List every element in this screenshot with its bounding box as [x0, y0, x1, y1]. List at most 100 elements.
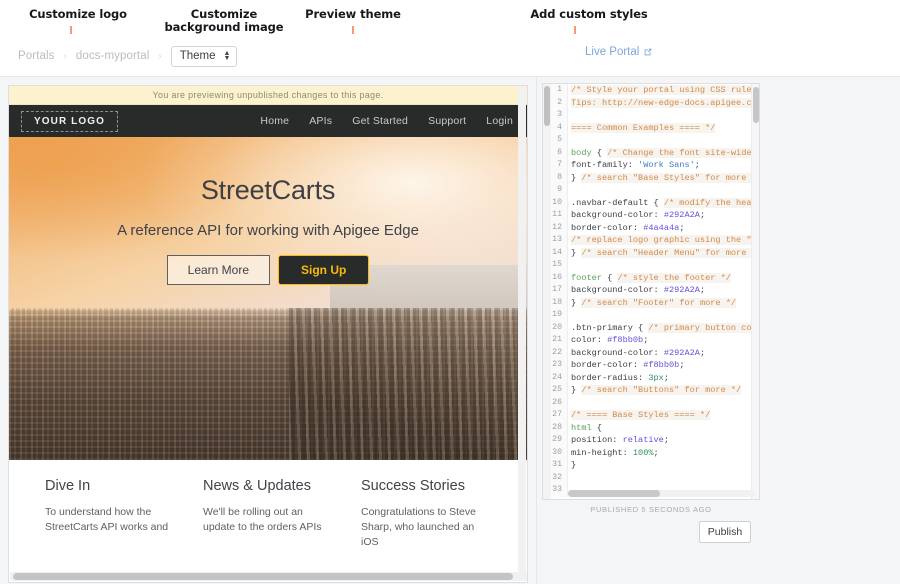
code-line[interactable]: 12 border-color: #4a4a4a; — [551, 222, 759, 235]
nav-link-support[interactable]: Support — [428, 115, 466, 127]
line-number: 3 — [551, 109, 568, 122]
line-number: 8 — [551, 172, 568, 185]
code-line[interactable]: 29 position: relative; — [551, 434, 759, 447]
publish-button[interactable]: Publish — [699, 521, 751, 543]
code-line[interactable]: 9 — [551, 184, 759, 197]
breadcrumb-separator-icon: › — [158, 51, 161, 62]
sign-up-button[interactable]: Sign Up — [278, 255, 369, 285]
line-number: 21 — [551, 334, 568, 347]
hero-cityscape-region — [9, 308, 527, 460]
line-number: 25 — [551, 384, 568, 397]
line-number: 2 — [551, 97, 568, 110]
code-text: border-radius: 3px; — [568, 372, 669, 385]
line-number: 4 — [551, 122, 568, 135]
hero-subtitle: A reference API for working with Apigee … — [9, 222, 527, 239]
line-number: 16 — [551, 272, 568, 285]
preview-vertical-scrollbar[interactable] — [518, 87, 526, 575]
nav-link-home[interactable]: Home — [260, 115, 289, 127]
line-number: 9 — [551, 184, 568, 197]
code-text: position: relative; — [568, 434, 669, 447]
code-text: /* replace logo graphic using the "Files… — [568, 234, 759, 247]
code-text: body { /* Change the font site-wide */ — [568, 147, 759, 160]
card-news-updates[interactable]: News & Updates We'll be rolling out an u… — [203, 478, 333, 550]
line-number: 26 — [551, 397, 568, 410]
code-line[interactable]: 4 ==== Common Examples ==== */ — [551, 122, 759, 135]
nav-link-login[interactable]: Login — [486, 115, 513, 127]
logo-placeholder[interactable]: YOUR LOGO — [21, 111, 118, 132]
code-line[interactable]: 14} /* search "Header Menu" for more */ — [551, 247, 759, 260]
breadcrumb-item-portals[interactable]: Portals — [18, 50, 55, 62]
code-line[interactable]: 19 — [551, 309, 759, 322]
code-line[interactable]: 17 background-color: #292A2A; — [551, 284, 759, 297]
code-text: html { — [568, 422, 602, 435]
nav-link-apis[interactable]: APIs — [309, 115, 332, 127]
code-text: footer { /* style the footer */ — [568, 272, 731, 285]
code-line[interactable]: 21 color: #f8bb0b; — [551, 334, 759, 347]
code-line[interactable]: 23 border-color: #f8bb0b; — [551, 359, 759, 372]
code-text: /* ==== Base Styles ==== */ — [568, 409, 710, 422]
css-editor-pane: 1/* Style your portal using CSS rules2 T… — [536, 77, 900, 584]
code-text: color: #f8bb0b; — [568, 334, 648, 347]
code-line[interactable]: 5 — [551, 134, 759, 147]
code-line[interactable]: 16footer { /* style the footer */ — [551, 272, 759, 285]
code-line[interactable]: 13/* replace logo graphic using the "Fil… — [551, 234, 759, 247]
learn-more-button[interactable]: Learn More — [167, 255, 270, 285]
code-line[interactable]: 20.btn-primary { /* primary button color… — [551, 322, 759, 335]
live-portal-label: Live Portal — [585, 46, 639, 58]
line-number: 12 — [551, 222, 568, 235]
hero-section[interactable]: StreetCarts A reference API for working … — [9, 137, 527, 460]
card-success-stories[interactable]: Success Stories Congratulations to Steve… — [361, 478, 491, 550]
annotation-add-custom-styles: Add custom styles — [515, 8, 663, 21]
code-text: ==== Common Examples ==== */ — [568, 122, 715, 135]
line-number: 30 — [551, 447, 568, 460]
code-line[interactable]: 18} /* search "Footer" for more */ — [551, 297, 759, 310]
code-text: } /* search "Footer" for more */ — [568, 297, 736, 310]
app-shell: Portals › docs-myportal › Theme ▲▼ Live … — [0, 34, 900, 584]
code-line[interactable]: 25} /* search "Buttons" for more */ — [551, 384, 759, 397]
breadcrumb-item-portal-name[interactable]: docs-myportal — [76, 50, 150, 62]
card-body: Congratulations to Steve Sharp, who laun… — [361, 505, 491, 550]
line-number: 6 — [551, 147, 568, 160]
published-status: PUBLISHED 5 SECONDS AGO — [542, 505, 760, 514]
code-line[interactable]: 7 font-family: 'Work Sans'; — [551, 159, 759, 172]
code-text: font-family: 'Work Sans'; — [568, 159, 700, 172]
code-line[interactable]: 10.navbar-default { /* modify the header… — [551, 197, 759, 210]
code-line[interactable]: 30 min-height: 100%; — [551, 447, 759, 460]
code-text: background-color: #292A2A; — [568, 209, 705, 222]
css-code-area[interactable]: 1/* Style your portal using CSS rules2 T… — [551, 84, 759, 499]
code-line[interactable]: 27/* ==== Base Styles ==== */ — [551, 409, 759, 422]
live-portal-link[interactable]: Live Portal — [585, 46, 653, 58]
annotation-preview-theme: Preview theme — [291, 8, 415, 21]
code-line[interactable]: 26 — [551, 397, 759, 410]
editor-left-scrollbar[interactable] — [543, 84, 551, 499]
code-line[interactable]: 1/* Style your portal using CSS rules — [551, 84, 759, 97]
code-text: background-color: #292A2A; — [568, 347, 705, 360]
nav-link-get-started[interactable]: Get Started — [352, 115, 408, 127]
portal-preview-frame: You are previewing unpublished changes t… — [8, 85, 528, 583]
card-body: We'll be rolling out an update to the or… — [203, 505, 333, 535]
code-line[interactable]: 11 background-color: #292A2A; — [551, 209, 759, 222]
code-line[interactable]: 31} — [551, 459, 759, 472]
line-number: 13 — [551, 234, 568, 247]
code-text: } /* search "Base Styles" for more */ — [568, 172, 759, 185]
code-line[interactable]: 24 border-radius: 3px; — [551, 372, 759, 385]
card-title: Success Stories — [361, 478, 491, 494]
code-line[interactable]: 3 — [551, 109, 759, 122]
line-number: 18 — [551, 297, 568, 310]
code-line[interactable]: 6body { /* Change the font site-wide */ — [551, 147, 759, 160]
card-dive-in[interactable]: Dive In To understand how the StreetCart… — [45, 478, 175, 550]
editor-horizontal-scrollbar[interactable] — [568, 490, 756, 497]
code-text: background-color: #292A2A; — [568, 284, 705, 297]
code-line[interactable]: 32 — [551, 472, 759, 485]
theme-select[interactable]: Theme ▲▼ — [171, 46, 238, 67]
preview-horizontal-scrollbar[interactable] — [10, 572, 528, 581]
line-number: 5 — [551, 134, 568, 147]
code-line[interactable]: 8} /* search "Base Styles" for more */ — [551, 172, 759, 185]
css-editor[interactable]: 1/* Style your portal using CSS rules2 T… — [542, 83, 760, 500]
portal-preview-pane: You are previewing unpublished changes t… — [0, 77, 536, 584]
code-line[interactable]: 22 background-color: #292A2A; — [551, 347, 759, 360]
code-line[interactable]: 15 — [551, 259, 759, 272]
code-line[interactable]: 2 Tips: http://new-edge-docs.apigee.com/ — [551, 97, 759, 110]
code-line[interactable]: 28html { — [551, 422, 759, 435]
editor-vertical-scrollbar[interactable] — [751, 84, 759, 499]
